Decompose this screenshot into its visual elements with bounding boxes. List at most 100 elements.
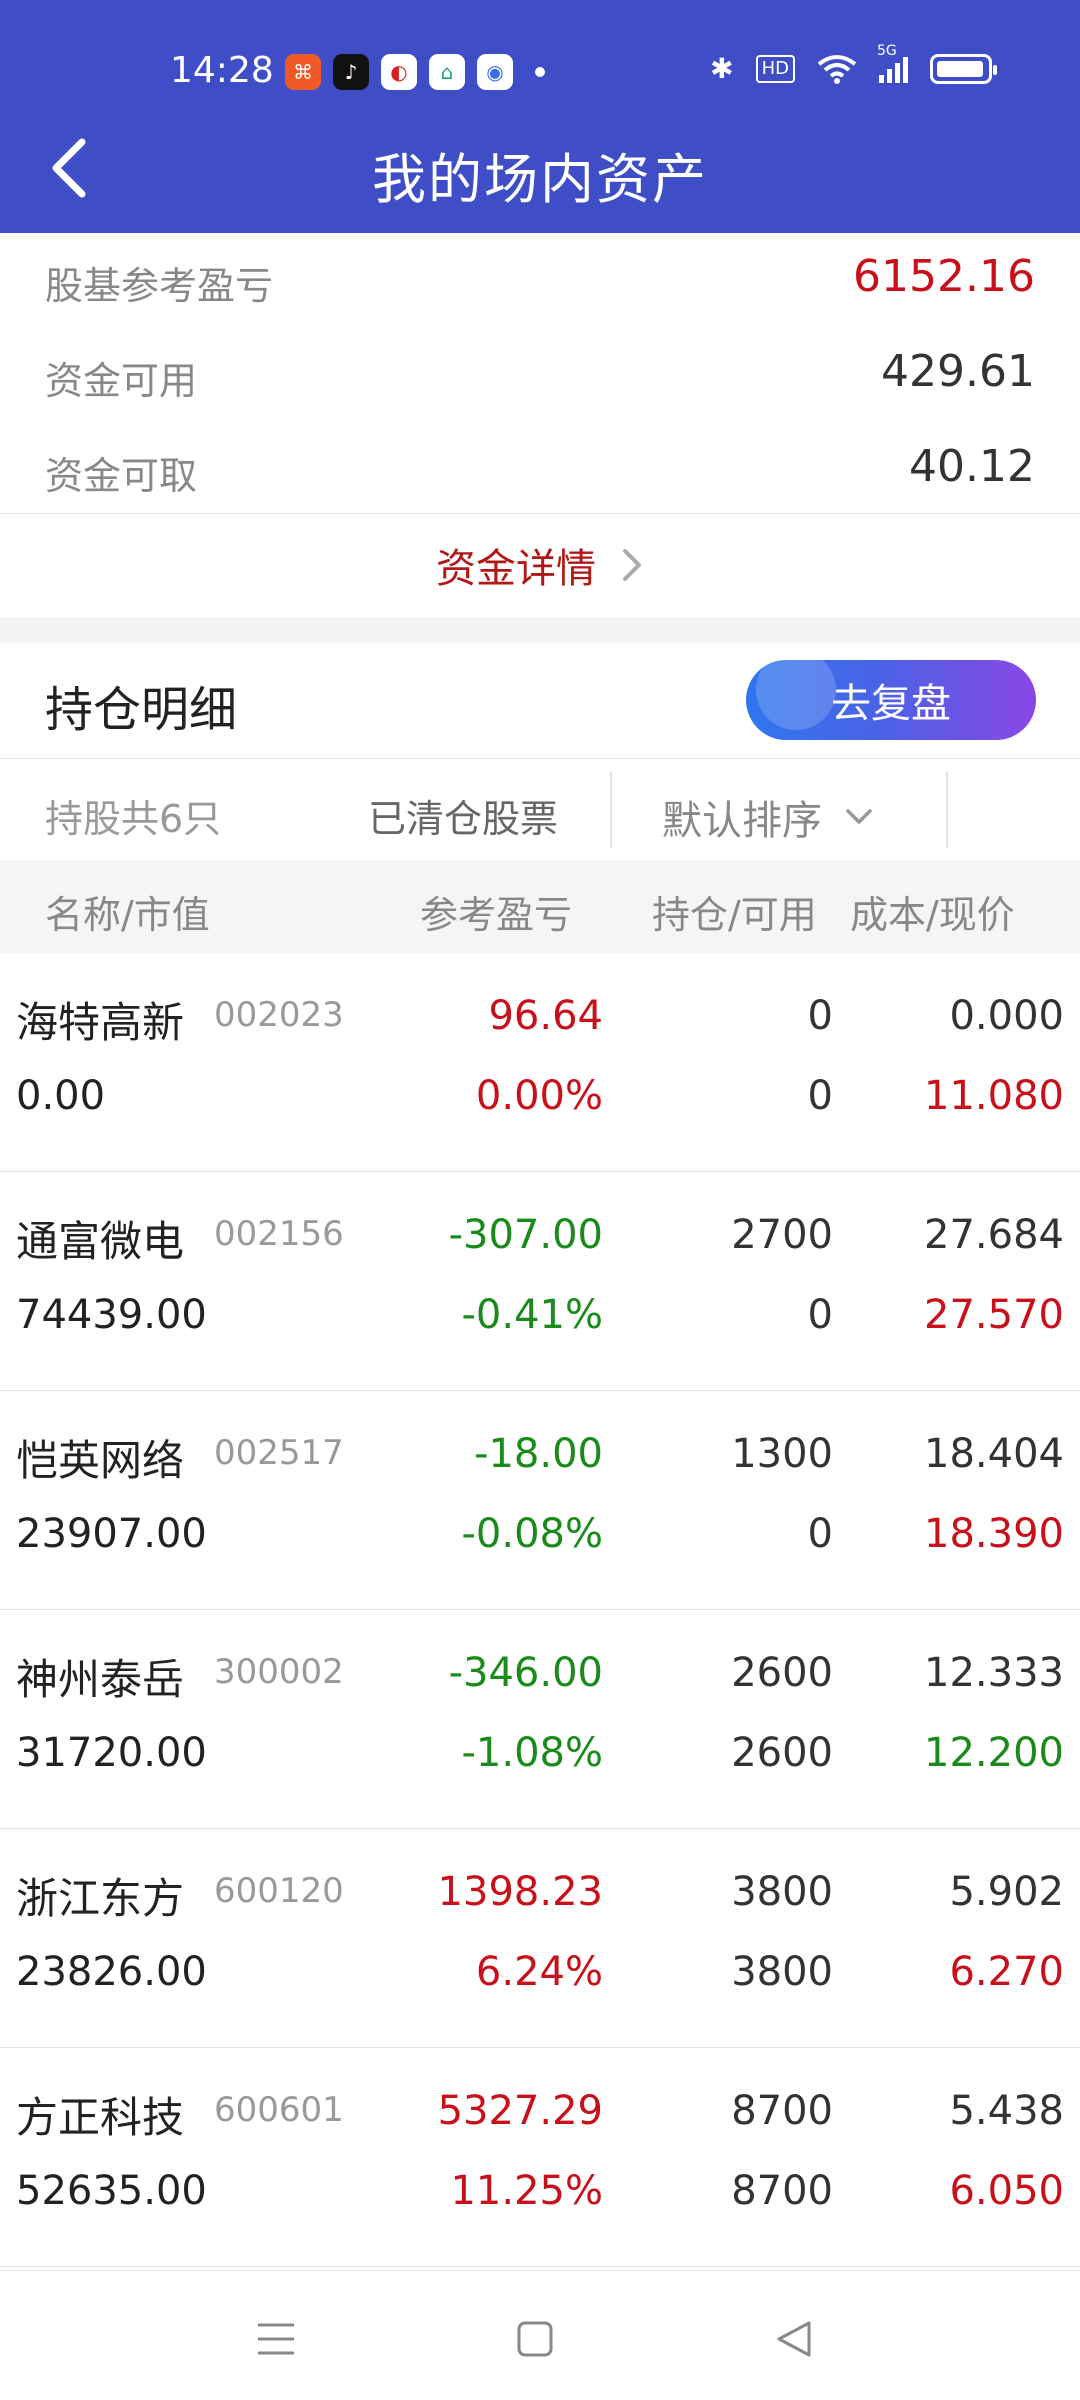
system-nav-bar (0, 2270, 1080, 2400)
tiktok-icon: ♪ (333, 54, 369, 90)
profit-loss-percent: -0.41% (461, 1292, 603, 1338)
chevron-down-icon (846, 809, 872, 824)
chevron-right-icon (623, 549, 641, 581)
profit-loss: 1398.23 (437, 1869, 603, 1915)
stock-code: 002023 (214, 995, 344, 1035)
available: 2600 (731, 1730, 833, 1776)
market-value: 52635.00 (16, 2168, 207, 2214)
home-app-icon: ⌂ (429, 54, 465, 90)
fund-detail-link[interactable]: 资金详情 (0, 515, 1080, 615)
bank-app-icon: ◐ (381, 54, 417, 90)
menu-nav-icon (258, 2323, 294, 2355)
summary-value: 40.12 (909, 441, 1035, 492)
summary-label: 股基参考盈亏 (45, 264, 274, 308)
stock-name: 神州泰岳 (16, 1655, 185, 1704)
position: 2700 (731, 1212, 833, 1258)
stock-code: 600120 (214, 1871, 344, 1911)
current-price: 12.200 (924, 1730, 1064, 1776)
column-header-pl: 参考盈亏 (420, 893, 573, 937)
home-nav-icon (517, 2321, 553, 2357)
cost-price: 0.000 (949, 993, 1064, 1039)
divider (0, 758, 1080, 759)
hd-icon: HD (755, 54, 795, 83)
table-row[interactable]: 恺英网络 002517 23907.00 -18.00 -0.08% 1300 … (0, 1391, 1080, 1610)
column-header-position: 持仓/可用 (652, 893, 817, 937)
position: 3800 (731, 1869, 833, 1915)
profit-loss: -307.00 (448, 1212, 603, 1258)
available: 0 (807, 1511, 833, 1557)
menu-nav-button[interactable] (246, 2309, 306, 2369)
bluetooth-icon: ✱ (710, 52, 734, 85)
table-row[interactable]: 神州泰岳 300002 31720.00 -346.00 -1.08% 2600… (0, 1610, 1080, 1829)
summary-row-available: 资金可用 429.61 (0, 328, 1080, 423)
summary-value: 429.61 (881, 346, 1035, 397)
stock-code: 002156 (214, 1214, 344, 1254)
divider (0, 513, 1080, 514)
more-notifications-icon (535, 67, 545, 77)
column-header-name: 名称/市值 (45, 893, 210, 937)
summary-label: 资金可取 (45, 454, 198, 498)
stock-code: 300002 (214, 1652, 344, 1692)
cost-price: 18.404 (924, 1431, 1064, 1477)
app-header: 14:28 ⌘ ♪ ◐ ⌂ ◉ ✱ HD 5G 我的场内资产 (0, 0, 1080, 233)
page-title: 我的场内资产 (372, 148, 708, 211)
market-value: 74439.00 (16, 1292, 207, 1338)
stock-code: 002517 (214, 1433, 344, 1473)
battery-icon (930, 53, 997, 84)
available: 8700 (731, 2168, 833, 2214)
section-gap (0, 617, 1080, 643)
holdings-count: 持股共6只 (45, 797, 222, 841)
cost-price: 5.438 (949, 2088, 1064, 2134)
table-row[interactable]: 海特高新 002023 0.00 96.64 0.00% 0 0 0.000 1… (0, 953, 1080, 1172)
divider (946, 772, 948, 848)
current-price: 27.570 (924, 1292, 1064, 1338)
review-button-label: 去复盘 (831, 681, 951, 727)
back-nav-icon (777, 2321, 811, 2357)
profit-loss-percent: 6.24% (475, 1949, 603, 1995)
table-row[interactable]: 方正科技 600601 52635.00 5327.29 11.25% 8700… (0, 2048, 1080, 2267)
status-time: 14:28 (170, 50, 274, 91)
home-nav-button[interactable] (505, 2309, 565, 2369)
divider (610, 772, 612, 848)
position: 8700 (731, 2088, 833, 2134)
profit-loss-percent: -1.08% (461, 1730, 603, 1776)
summary-row-withdrawable: 资金可取 40.12 (0, 423, 1080, 518)
button-decoration (756, 660, 836, 730)
position: 0 (807, 993, 833, 1039)
cleared-stocks-link[interactable]: 已清仓股票 (368, 788, 558, 843)
summary-row-pl: 股基参考盈亏 6152.16 (0, 233, 1080, 328)
market-value: 31720.00 (16, 1730, 207, 1776)
available: 0 (807, 1073, 833, 1119)
fund-detail-label: 资金详情 (436, 546, 596, 592)
chat-app-icon: ◉ (477, 54, 513, 90)
wifi-icon (817, 54, 857, 84)
profit-loss-percent: 0.00% (475, 1073, 603, 1119)
stock-name: 浙江东方 (16, 1874, 185, 1923)
sort-dropdown[interactable]: 默认排序 (662, 788, 874, 846)
holdings-title: 持仓明细 (45, 682, 238, 738)
profit-loss: 96.64 (488, 993, 603, 1039)
stock-name: 通富微电 (16, 1217, 185, 1266)
cost-price: 12.333 (924, 1650, 1064, 1696)
summary-label: 资金可用 (45, 359, 198, 403)
profit-loss: -18.00 (474, 1431, 603, 1477)
current-price: 18.390 (924, 1511, 1064, 1557)
table-header: 名称/市值 参考盈亏 持仓/可用 成本/现价 (0, 860, 1080, 953)
review-button[interactable]: 去复盘 (746, 660, 1036, 740)
cost-price: 5.902 (949, 1869, 1064, 1915)
available: 0 (807, 1292, 833, 1338)
sort-label: 默认排序 (662, 798, 822, 844)
system-icons: ✱ HD 5G (710, 43, 997, 85)
stock-name: 恺英网络 (16, 1436, 185, 1485)
market-value: 23826.00 (16, 1949, 207, 1995)
back-nav-button[interactable] (764, 2309, 824, 2369)
table-row[interactable]: 浙江东方 600120 23826.00 1398.23 6.24% 3800 … (0, 1829, 1080, 2048)
table-row[interactable]: 通富微电 002156 74439.00 -307.00 -0.41% 2700… (0, 1172, 1080, 1391)
current-price: 11.080 (924, 1073, 1064, 1119)
column-header-cost: 成本/现价 (850, 893, 1015, 937)
profit-loss: 5327.29 (437, 2088, 603, 2134)
stock-name: 海特高新 (16, 998, 185, 1047)
profit-loss-percent: 11.25% (450, 2168, 603, 2214)
market-value: 23907.00 (16, 1511, 207, 1557)
stock-name: 方正科技 (16, 2093, 185, 2142)
